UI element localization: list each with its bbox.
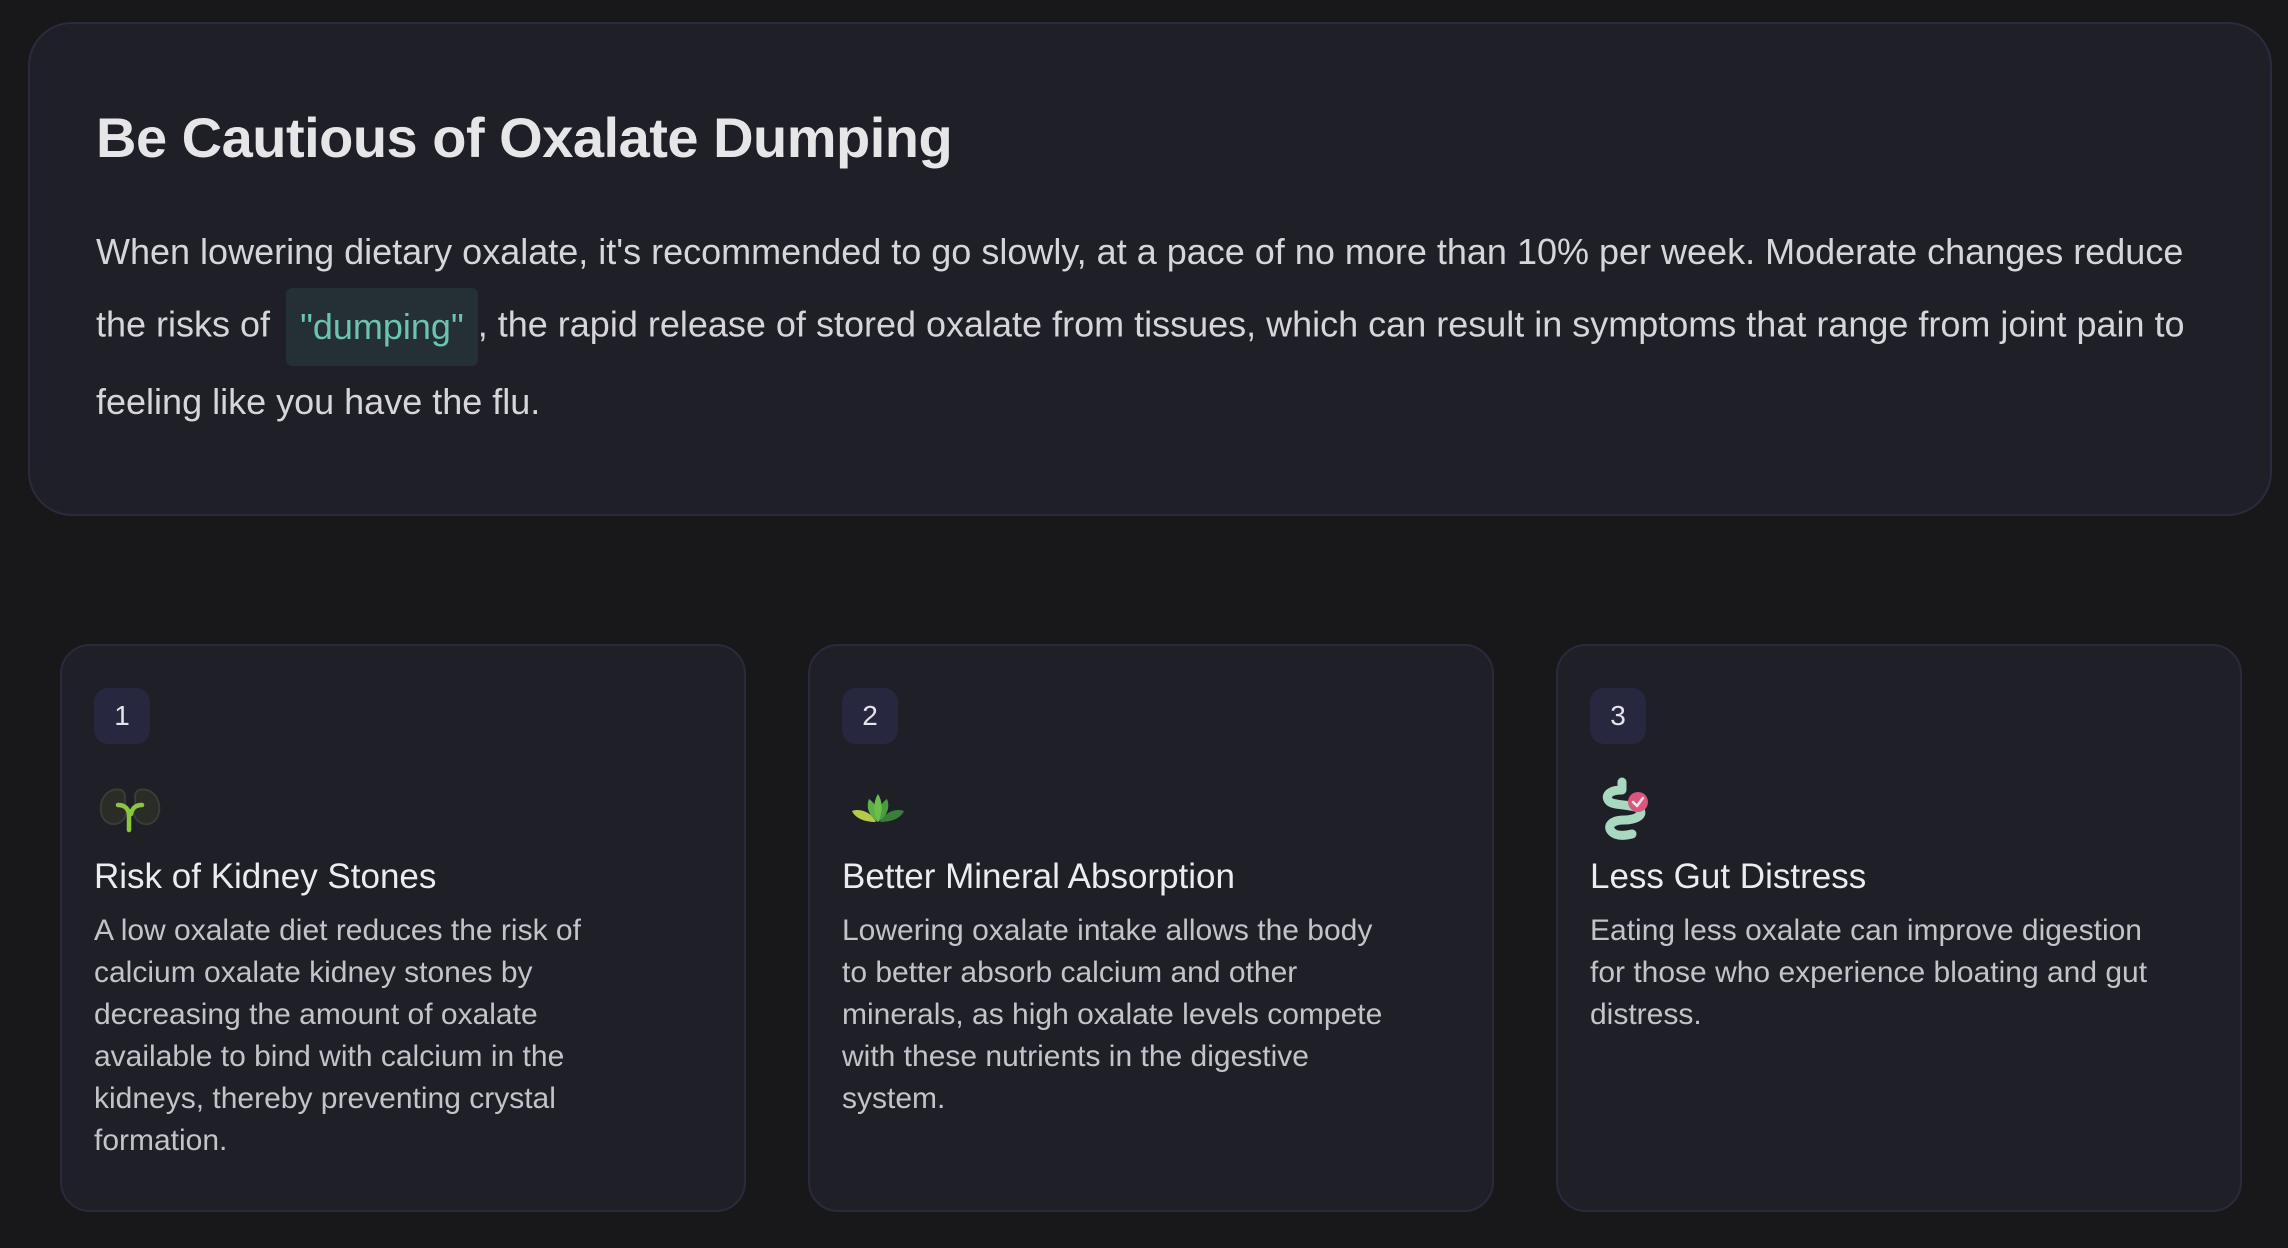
benefit-cards: 1 Risk of Kidney Stones A low oxalate di… [60, 644, 2242, 1212]
card-number-badge: 3 [1590, 688, 1646, 744]
card-description: A low oxalate diet reduces the risk of c… [94, 914, 581, 1157]
benefit-card-mineral-absorption: 2 Better Mineral Absorption Lowering oxa… [808, 644, 1494, 1212]
card-title: Better Mineral Absorption [842, 857, 1235, 896]
card-description: Eating less oxalate can improve digestio… [1590, 914, 2148, 1031]
card-description: Lowering oxalate intake allows the body … [842, 914, 1383, 1115]
panel-title: Be Cautious of Oxalate Dumping [96, 106, 953, 169]
card-title: Risk of Kidney Stones [94, 857, 437, 896]
card-number-badge: 2 [842, 688, 898, 744]
kidney-icon [94, 774, 166, 846]
intestine-icon [1590, 774, 1662, 846]
oxalate-dumping-panel: Be Cautious of Oxalate Dumping When lowe… [28, 22, 2272, 516]
card-number-badge: 1 [94, 688, 150, 744]
card-title: Less Gut Distress [1590, 857, 1867, 896]
lotus-icon [842, 774, 914, 846]
benefit-card-gut-distress: 3 Less Gut Distress Eating less oxalate … [1556, 644, 2242, 1212]
dumping-highlight: "dumping" [286, 288, 478, 367]
benefit-card-kidney-stones: 1 Risk of Kidney Stones A low oxalate di… [60, 644, 746, 1212]
panel-description: When lowering dietary oxalate, it's reco… [96, 216, 2216, 438]
